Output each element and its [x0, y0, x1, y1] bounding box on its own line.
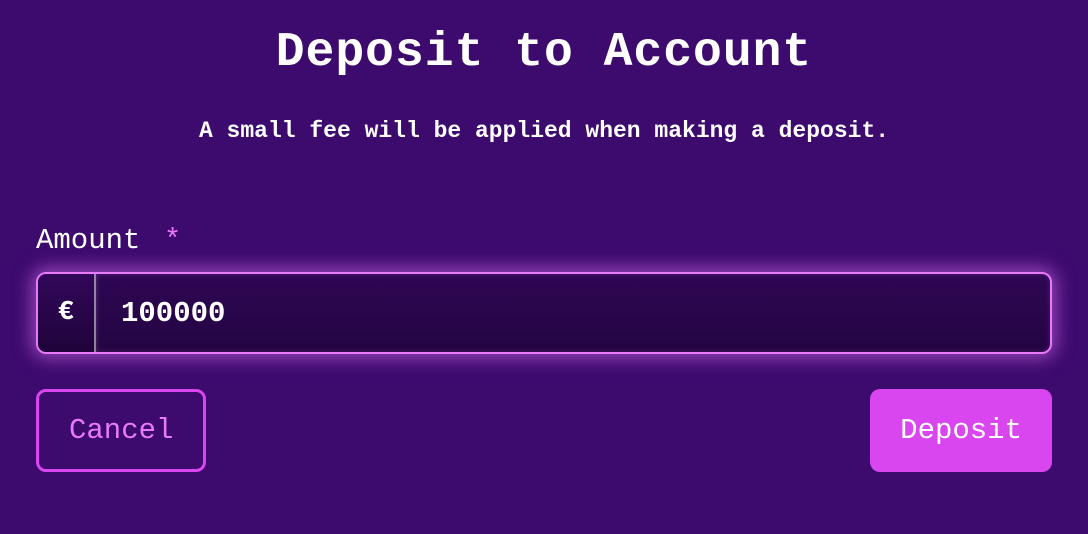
amount-label: Amount	[36, 224, 140, 257]
required-indicator: *	[164, 224, 181, 257]
amount-label-row: Amount *	[36, 224, 1052, 257]
amount-input[interactable]	[96, 274, 1050, 352]
dialog-title: Deposit to Account	[36, 26, 1052, 80]
deposit-button[interactable]: Deposit	[870, 389, 1052, 472]
button-row: Cancel Deposit	[36, 389, 1052, 472]
dialog-subtitle: A small fee will be applied when making …	[36, 118, 1052, 144]
amount-field: Amount * €	[36, 224, 1052, 354]
currency-symbol: €	[38, 274, 96, 352]
cancel-button[interactable]: Cancel	[36, 389, 206, 472]
amount-input-group: €	[36, 272, 1052, 354]
deposit-dialog: Deposit to Account A small fee will be a…	[0, 0, 1088, 492]
